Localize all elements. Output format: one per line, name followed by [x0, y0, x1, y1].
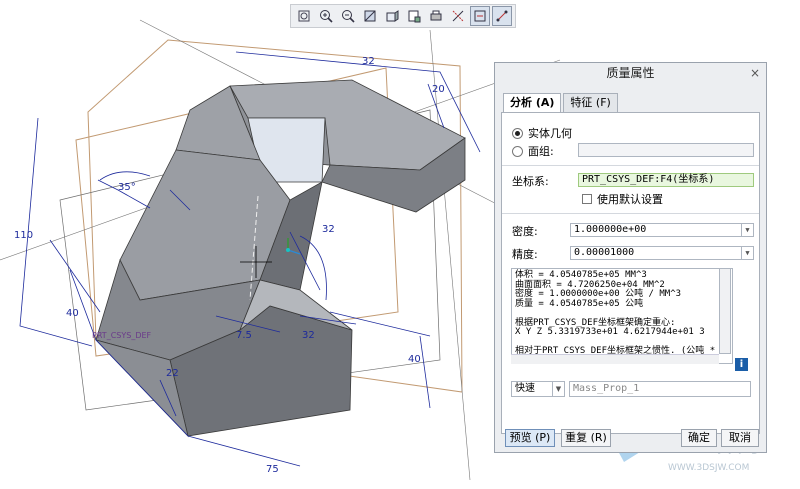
zoom-fit-icon[interactable]	[294, 6, 314, 26]
dim-110[interactable]: 110	[14, 230, 33, 241]
tab-analysis[interactable]: 分析 (A)	[503, 93, 562, 112]
accuracy-label: 精度:	[512, 248, 538, 261]
radio-unselected-icon	[512, 145, 523, 157]
radio-quilt-label: 面组:	[528, 145, 554, 158]
result-line: X Y Z 5.3319733e+01 4.6217944e+01 3	[515, 327, 705, 337]
display-style-icon[interactable]	[382, 6, 402, 26]
info-icon[interactable]: i	[735, 358, 748, 371]
dim-40-left[interactable]: 40	[66, 308, 79, 319]
radio-quilt[interactable]: 面组:	[512, 143, 554, 159]
dropdown-arrow-icon[interactable]: ▼	[741, 246, 753, 260]
saved-view-icon[interactable]	[404, 6, 424, 26]
dim-22[interactable]: 22	[166, 368, 179, 379]
dim-20[interactable]: 20	[432, 84, 445, 95]
view-toolbar	[290, 4, 516, 28]
quilt-field[interactable]	[578, 143, 754, 157]
use-default-label: 使用默认设置	[597, 193, 663, 206]
preview-button[interactable]: 预览 (P)	[505, 429, 555, 447]
dropdown-arrow-icon[interactable]: ▼	[552, 381, 564, 397]
radio-solid-label: 实体几何	[528, 127, 572, 140]
cancel-button[interactable]: 取消	[721, 429, 759, 447]
mode-select[interactable]: 快速 ▼	[511, 381, 565, 397]
repaint-icon[interactable]	[360, 6, 380, 26]
radio-selected-icon	[512, 127, 523, 139]
results-text-area[interactable]: 体积 = 4.0540785e+05 MM^3 曲面面积 = 4.7206250…	[511, 268, 733, 364]
csys-label: PRT_CSYS_DEF	[92, 331, 152, 340]
dim-35-angle[interactable]: 35°	[118, 182, 136, 193]
reset-button[interactable]: 重复 (R)	[561, 429, 611, 447]
dialog-tabs: 分析 (A) 特征 (F)	[503, 93, 620, 112]
density-input[interactable]: 1.000000e+00 ▼	[570, 223, 754, 237]
density-label: 密度:	[512, 225, 538, 238]
use-default-checkbox[interactable]: 使用默认设置	[582, 191, 663, 207]
ok-button[interactable]: 确定	[681, 429, 717, 447]
dropdown-arrow-icon[interactable]: ▼	[741, 223, 753, 237]
dim-75[interactable]: 75	[266, 464, 279, 475]
mass-properties-dialog: 质量属性 × 分析 (A) 特征 (F) 实体几何 面组: 坐标系: PRT_C…	[494, 62, 767, 453]
dim-40-right[interactable]: 40	[408, 354, 421, 365]
radio-solid-geometry[interactable]: 实体几何	[512, 125, 572, 141]
csys-label: 坐标系:	[512, 175, 549, 188]
dialog-title: 质量属性 ×	[495, 63, 766, 83]
datum-display-icon[interactable]	[448, 6, 468, 26]
csys-display-icon[interactable]	[492, 6, 512, 26]
annotation-icon[interactable]	[470, 6, 490, 26]
svg-text:WWW.3DSJW.COM: WWW.3DSJW.COM	[668, 463, 749, 473]
accuracy-input[interactable]: 0.00001000 ▼	[570, 246, 754, 260]
checkbox-icon	[582, 194, 592, 204]
print-icon[interactable]	[426, 6, 446, 26]
zoom-in-icon[interactable]	[316, 6, 336, 26]
result-line: 质量 = 4.0540785e+05 公吨	[515, 298, 644, 309]
tab-feature[interactable]: 特征 (F)	[563, 93, 618, 112]
results-vertical-scrollbar[interactable]	[719, 268, 731, 354]
dim-32-top[interactable]: 32	[362, 56, 375, 67]
results-horizontal-scrollbar[interactable]	[511, 354, 719, 364]
dim-32-mid[interactable]: 32	[322, 224, 335, 235]
csys-field[interactable]: PRT_CSYS_DEF:F4(坐标系)	[578, 173, 754, 187]
analysis-name-field[interactable]: Mass_Prop_1	[569, 381, 751, 397]
dim-7-5[interactable]: 7.5	[236, 330, 252, 341]
zoom-out-icon[interactable]	[338, 6, 358, 26]
close-icon[interactable]: ×	[750, 63, 760, 83]
dim-32-bottom[interactable]: 32	[302, 330, 315, 341]
